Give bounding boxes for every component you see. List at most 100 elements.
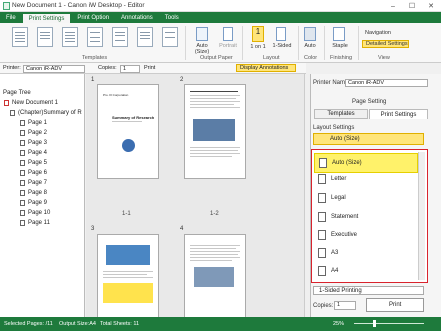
status-total-sheets: Total Sheets: 11 [100,321,140,327]
display-annotations-button[interactable]: Display Annotations [236,64,296,72]
tree-page[interactable]: Page 1 [20,118,47,128]
list-item[interactable]: Letter [314,169,418,189]
nup-button[interactable]: 1 on 1 [246,44,270,50]
zoom-level: 25% [333,321,345,327]
ribbon-tabs: File Print Settings Print Option Annotat… [0,12,441,23]
template-thumb-1[interactable] [12,27,28,47]
tab-templates[interactable]: Templates [314,109,368,119]
print-toolbar-button[interactable]: Print [144,65,155,71]
layout-settings-label: Layout Settings [313,125,355,131]
tree-page[interactable]: Page 9 [20,198,47,208]
app-icon [3,2,10,10]
printer-combo[interactable]: Canon iR-ADV [23,65,85,73]
zoom-slider-thumb[interactable] [373,320,376,327]
tab-print-settings[interactable]: Print Settings [21,13,72,23]
tree-page[interactable]: Page 2 [20,128,47,138]
minimize-button[interactable]: – [384,0,402,12]
zoom-slider[interactable] [354,323,424,324]
print-button[interactable]: Print [366,298,424,312]
tree-page[interactable]: Page 5 [20,158,47,168]
template-thumb-2[interactable] [37,27,53,47]
template-thumb-3[interactable] [62,27,78,47]
status-output-size: Output Size:A4 [59,321,96,327]
group-number: 2 [180,77,184,83]
ribbon-divider [324,26,325,60]
page-setting-label: Page Setting [352,99,387,105]
ribbon: Templates Auto (Size) Portrait Output Pa… [0,23,441,63]
list-item[interactable]: A3 [314,243,418,263]
page-label: 1-1 [122,211,131,217]
tab-panel-print-settings[interactable]: Print Settings [369,109,428,119]
copies-spinner[interactable]: 1 [120,65,140,73]
paper-size-dropdown[interactable]: Auto (Size) [313,133,424,145]
page-tree-panel: Page Tree New Document 1 (Chapter)Summar… [0,74,85,317]
sides-dropdown[interactable]: 1-Sided Printing [313,286,424,295]
tree-page[interactable]: Page 10 [20,208,50,218]
title-bar: New Document 1 - Canon iW Desktop - Edit… [0,0,441,12]
sides-icon [276,27,286,41]
printer-name-combo[interactable]: Canon iR-ADV [345,79,428,87]
status-selected: Selected Pages: /11 [4,321,53,327]
maximize-button[interactable]: ☐ [403,0,421,12]
list-item[interactable]: Statement [314,207,418,227]
tree-root[interactable]: New Document 1 [4,98,58,108]
ribbon-divider [242,26,243,60]
close-button[interactable]: ✕ [422,0,440,12]
list-item[interactable]: Legal [314,188,418,208]
staple-icon [333,27,345,41]
orientation-icon [223,27,233,41]
tree-page[interactable]: Page 11 [20,218,50,228]
paper-size-list[interactable]: Auto (Size) Letter Legal Statement Execu… [311,149,428,283]
group-number: 1 [91,77,95,83]
tab-file[interactable]: File [0,13,22,23]
nup-icon: 1 [252,26,264,42]
ribbon-divider [185,26,186,60]
tree-page[interactable]: Page 3 [20,138,47,148]
tab-print-option[interactable]: Print Option [71,13,115,23]
group-number: 3 [91,226,95,232]
template-thumb-7[interactable] [162,27,178,47]
staple-button[interactable]: Staple [329,43,351,49]
output-paper-label: Output Paper [200,55,233,61]
color-button[interactable]: Auto [300,43,320,49]
view-label: View [378,55,390,61]
navigation-button[interactable]: Navigation [362,30,408,38]
templates-group-label: Templates [82,55,108,61]
finishing-label: Finishing [330,55,353,61]
list-scrollbar[interactable] [418,152,425,280]
printer-label: Printer: [3,65,21,71]
tab-annotations[interactable]: Annotations [115,13,159,23]
list-item[interactable]: Executive [314,225,418,245]
page-label: 1-2 [210,211,219,217]
tree-page[interactable]: Page 4 [20,148,47,158]
page-thumbnail[interactable] [97,234,159,317]
paper-size-button[interactable]: Auto (Size) [190,43,214,55]
tree-page[interactable]: Page 8 [20,188,47,198]
orientation-button[interactable]: Portrait [216,43,240,49]
page-tree-header: Page Tree [3,90,31,96]
tree-page[interactable]: Page 6 [20,168,47,178]
layout-label: Layout [263,55,280,61]
window-title: New Document 1 - Canon iW Desktop - Edit… [12,2,145,9]
template-thumb-6[interactable] [137,27,153,47]
ribbon-divider [298,26,299,60]
list-item[interactable]: A5 [314,278,418,282]
page-thumbnail[interactable] [184,84,246,179]
template-thumb-4[interactable] [87,27,103,47]
page-thumbnail[interactable]: Pro. III Corporation Summary of Research [97,84,159,179]
copies-label: Copies: [98,65,117,71]
tree-chapter[interactable]: (Chapter)Summary of R [10,108,82,118]
tree-page[interactable]: Page 7 [20,178,47,188]
document-view[interactable]: 1 2 Pro. III Corporation Summary of Rese… [86,74,304,317]
detailed-settings-button[interactable]: Detailed Settings [362,40,409,48]
template-thumb-5[interactable] [112,27,128,47]
status-bar: Selected Pages: /11 Output Size:A4 Total… [0,317,441,331]
group-number: 4 [180,226,184,232]
copies-panel-spinner[interactable]: 1 [334,301,356,310]
color-icon [304,27,316,41]
page-thumbnail[interactable] [184,234,246,317]
tab-tools[interactable]: Tools [159,13,185,23]
sides-button[interactable]: 1-Sided [269,43,295,49]
ribbon-divider [358,26,359,60]
paper-size-icon [196,27,208,41]
